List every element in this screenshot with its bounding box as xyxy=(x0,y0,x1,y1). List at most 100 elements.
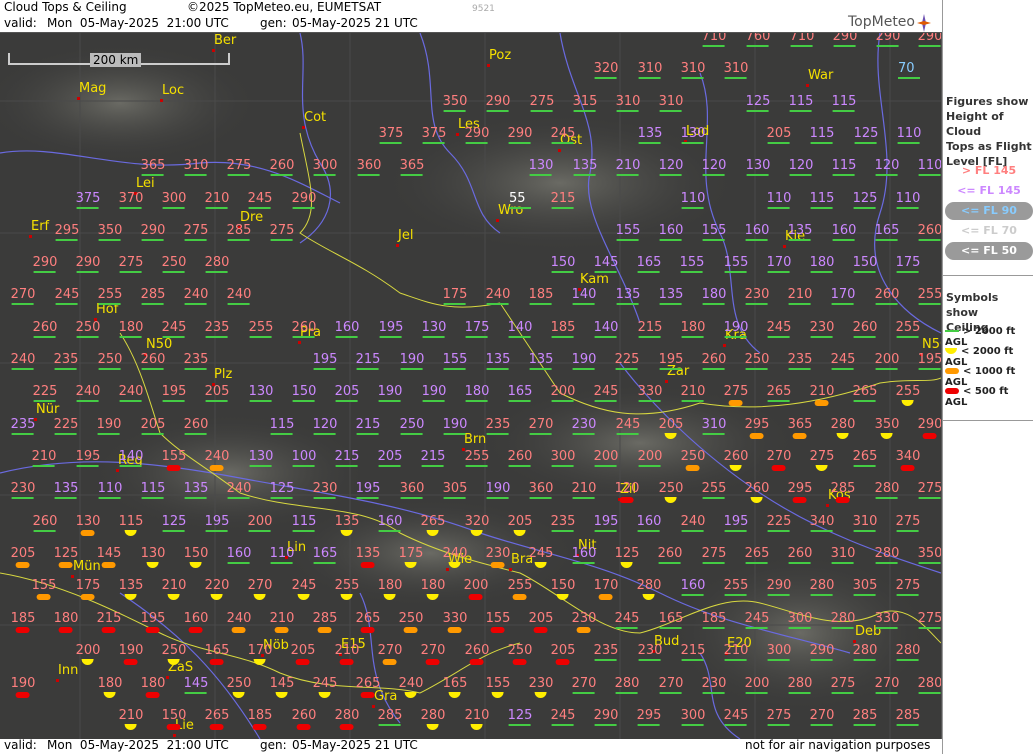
ceiling-high-symbol xyxy=(745,562,768,564)
city-label: N50 xyxy=(922,337,941,352)
ceiling-high-symbol xyxy=(162,207,185,209)
ceiling-2000-symbol xyxy=(880,433,893,439)
ceiling-low-symbol xyxy=(469,659,484,665)
cloud-top-value: 245 xyxy=(162,321,186,338)
ceiling-high-symbol xyxy=(572,303,595,305)
cloud-top-label: 215 xyxy=(96,611,122,626)
cloud-top-label: 290 xyxy=(485,94,511,109)
cloud-top-value: 315 xyxy=(573,95,597,112)
cloud-top-label: 215 xyxy=(550,191,576,206)
ceiling-high-symbol xyxy=(702,368,725,370)
ceiling-2000-symbol xyxy=(620,562,633,568)
cloud-top-label: 260 xyxy=(183,417,209,432)
cloud-top-value: 135 xyxy=(659,288,683,305)
cloud-top-value: 250 xyxy=(98,353,122,370)
ceiling-high-symbol xyxy=(918,45,941,47)
cloud-top-value: 165 xyxy=(205,644,229,665)
city-label: Jel xyxy=(398,228,414,243)
city-marker xyxy=(56,679,59,682)
cloud-top-label: 290 xyxy=(917,417,942,432)
ceiling-low-symbol xyxy=(619,497,634,503)
cloud-top-label: 115 xyxy=(809,126,835,141)
cloud-top-value: 340 xyxy=(896,450,920,471)
cloud-top-value: 310 xyxy=(831,547,855,564)
cloud-top-label: 300 xyxy=(161,191,187,206)
cloud-top-label: 250 xyxy=(161,643,187,658)
cloud-top-value: 180 xyxy=(681,321,705,338)
cloud-top-label: 125 xyxy=(161,514,187,529)
ceiling-low-symbol xyxy=(15,562,30,568)
ceiling-low-symbol xyxy=(382,659,397,665)
cloud-top-value: 130 xyxy=(528,158,554,176)
ceiling-high-symbol xyxy=(833,45,856,47)
cloud-top-value: 300 xyxy=(767,644,791,661)
legend-heading: Figures show Height of Cloud Tops as Fli… xyxy=(946,94,1033,169)
ceiling-high-symbol xyxy=(443,303,466,305)
cloud-top-label: 295 xyxy=(54,223,80,238)
cloud-top-value: 155 xyxy=(486,612,510,633)
cloud-top-value: 115 xyxy=(292,515,316,532)
ceiling-high-symbol xyxy=(54,433,77,435)
cloud-top-value: 205 xyxy=(508,515,532,536)
cloud-top-value: 170 xyxy=(767,256,791,273)
cloud-top-value: 135 xyxy=(486,353,510,370)
cloud-top-value: 250 xyxy=(508,644,532,665)
cloud-top-label: 170 xyxy=(247,643,273,658)
ceiling-high-symbol xyxy=(227,562,250,564)
cloud-top-value: 285 xyxy=(378,709,402,726)
ceiling-high-symbol xyxy=(529,433,552,435)
map-area[interactable]: 200 km Ber Poz War Mag Loc Cot Les Ost Lod Lei Dre… xyxy=(0,32,942,739)
ceiling-high-symbol xyxy=(98,303,121,305)
cloud-top-label: 250 xyxy=(161,255,187,270)
legend-level: <= FL 50 xyxy=(945,242,1033,260)
ceiling-high-symbol xyxy=(659,239,682,241)
cloud-top-label: 230 xyxy=(744,287,770,302)
cloud-top-label: 215 xyxy=(355,417,381,432)
cloud-top-value: 230 xyxy=(529,677,553,698)
cloud-top-value: 170 xyxy=(831,288,855,305)
cloud-top-value: 145 xyxy=(594,256,618,273)
city-label: N50 xyxy=(146,337,173,352)
cloud-top-value: 160 xyxy=(572,547,596,564)
cloud-top-label: 190 xyxy=(118,643,144,658)
ceiling-high-symbol xyxy=(508,336,531,338)
cloud-top-label: 235 xyxy=(204,320,230,335)
cloud-top-label: 275 xyxy=(895,578,921,593)
cloud-top-value: 260 xyxy=(875,288,899,305)
cloud-top-value: 195 xyxy=(162,385,186,402)
cloud-top-label: 260 xyxy=(32,514,58,529)
cloud-top-label: 215 xyxy=(355,352,381,367)
cloud-top-value: 135 xyxy=(573,159,597,176)
cloud-top-value: 135 xyxy=(335,515,359,536)
cloud-top-label: 260 xyxy=(852,320,878,335)
cloud-top-value: 290 xyxy=(833,33,857,47)
ceiling-high-symbol xyxy=(33,271,56,273)
cloud-top-value: 190 xyxy=(11,677,35,698)
cloud-top-label: 130 xyxy=(528,158,554,173)
ceiling-low-symbol xyxy=(101,627,116,633)
ceiling-high-symbol xyxy=(875,303,898,305)
cloud-top-label: 125 xyxy=(53,546,79,561)
ceiling-high-symbol xyxy=(918,368,941,370)
cloud-top-label: 375 xyxy=(421,126,447,141)
cloud-top-value: 230 xyxy=(744,287,770,305)
ceiling-high-symbol xyxy=(810,336,833,338)
ceiling-high-symbol xyxy=(789,174,812,176)
cloud-top-label: 240 xyxy=(398,676,424,691)
cloud-top-value: 195 xyxy=(313,353,337,370)
cloud-top-value: 260 xyxy=(183,417,209,435)
cloud-top-label: 180 xyxy=(464,384,490,399)
cloud-top-value: 210 xyxy=(724,644,748,661)
ceiling-low-symbol xyxy=(512,659,527,665)
compass-icon xyxy=(917,14,931,32)
cloud-top-label: 250 xyxy=(398,611,424,626)
green-line-icon xyxy=(945,330,959,332)
cloud-top-value: 210 xyxy=(465,709,489,730)
ceiling-high-symbol xyxy=(270,239,293,241)
ceiling-2000-symbol xyxy=(729,465,742,471)
cloud-top-value: 155 xyxy=(486,677,510,698)
cloud-top-label: 195 xyxy=(355,481,381,496)
topmeteo-logo[interactable]: TopMeteo xyxy=(848,14,931,32)
ceiling-high-symbol xyxy=(443,110,466,112)
cloud-top-label: 285 xyxy=(140,287,166,302)
